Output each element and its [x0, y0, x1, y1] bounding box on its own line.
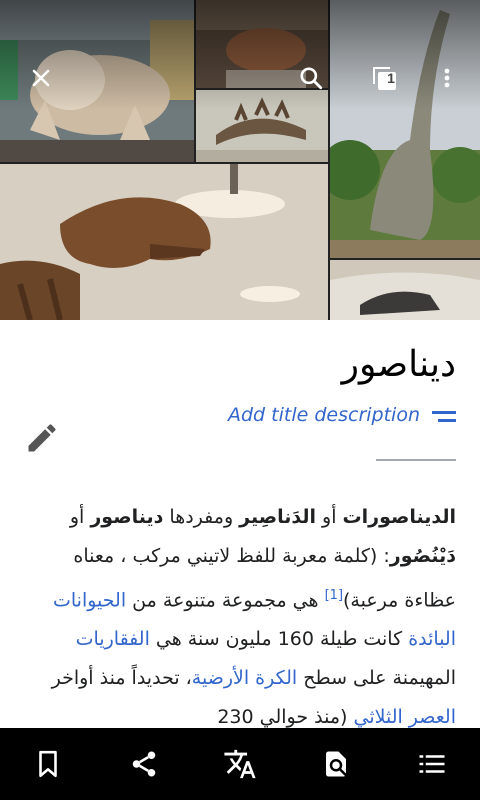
- link-earth[interactable]: الكرة الأرضية: [192, 667, 297, 689]
- more-vertical-icon[interactable]: [423, 54, 471, 102]
- dinosaur-photo-5[interactable]: [0, 164, 328, 320]
- bold-term-1: الديناصورات: [342, 506, 456, 528]
- find-in-page-icon[interactable]: [312, 740, 360, 788]
- search-icon[interactable]: [287, 54, 335, 102]
- lead-image-collage[interactable]: 1: [0, 0, 480, 320]
- bookmark-icon[interactable]: [24, 740, 72, 788]
- article-content: ديناصور Add title description الديناصورا…: [0, 320, 480, 728]
- text-span-8: ، تحديداً منذ أواخر: [51, 667, 192, 690]
- tabs-count: 1: [387, 70, 395, 86]
- edit-pencil-icon[interactable]: [24, 420, 60, 460]
- close-icon[interactable]: [17, 54, 65, 102]
- text-span-9: (منذ حوالي 230: [217, 706, 354, 728]
- title-divider: [376, 459, 456, 461]
- toolbar-scrim: [0, 0, 480, 110]
- text-span-5: هي مجموعة متنوعة من: [126, 589, 325, 612]
- tabs-button[interactable]: 1: [360, 54, 408, 102]
- link-vertebrates[interactable]: الفقاريات: [76, 628, 150, 650]
- page-action-bar: [0, 728, 480, 800]
- text-span-3: أو: [69, 506, 91, 528]
- text-span-6: كانت طيلة 160 مليون سنة هي: [149, 628, 409, 651]
- bold-term-3: ديناصور: [90, 506, 164, 528]
- description-lines-icon[interactable]: [432, 410, 456, 429]
- bold-term-4: دَيْنُصُور: [389, 545, 456, 567]
- text-span-2: ومفردها: [163, 506, 240, 528]
- text-span-7: المهيمنة على سطح: [297, 667, 456, 690]
- link-triassic[interactable]: العصر الثلاثي: [354, 706, 457, 728]
- dinosaur-photo-6[interactable]: [330, 260, 480, 320]
- article-title: ديناصور: [341, 344, 456, 385]
- contents-icon[interactable]: [408, 740, 456, 788]
- add-title-description-link[interactable]: Add title description: [228, 404, 420, 426]
- reference-link[interactable]: [1]: [325, 588, 343, 603]
- text-span-1: أو: [315, 506, 343, 528]
- share-icon[interactable]: [120, 740, 168, 788]
- article-lead-paragraph: الديناصورات أو الدَناصِير ومفردها ديناصو…: [24, 498, 456, 728]
- bold-term-2: الدَناصِير: [239, 506, 316, 528]
- translate-icon[interactable]: [216, 740, 264, 788]
